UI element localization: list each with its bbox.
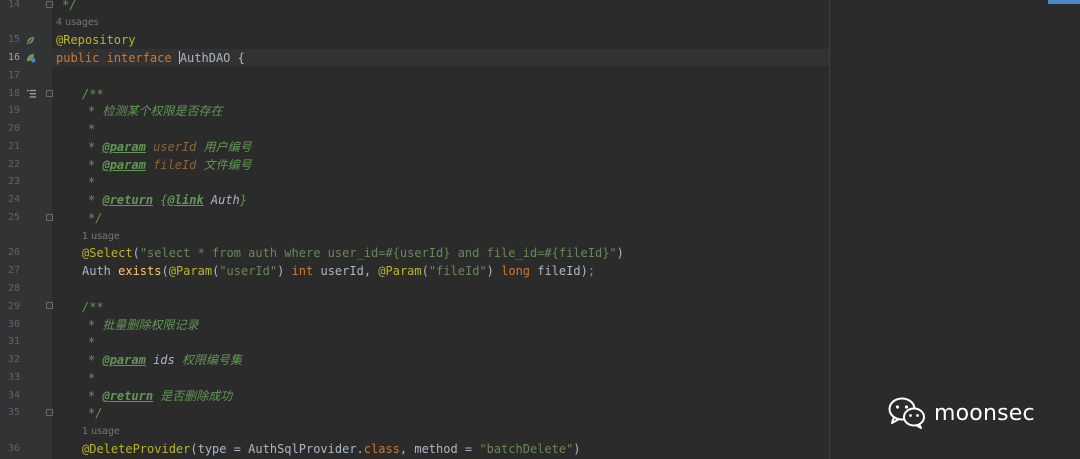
code-line: * @return 是否删除成功: [88, 387, 232, 405]
usages-hint[interactable]: 1 usage: [82, 426, 120, 437]
repository-annotation: @Repository: [56, 33, 136, 47]
string-literal: "batchDelete": [479, 442, 574, 456]
doc-brace: }: [239, 193, 247, 207]
code-line: */: [88, 209, 102, 227]
javadoc-return-tag[interactable]: @return: [102, 193, 153, 207]
doc-text: 检测某个权限是否存在: [95, 104, 223, 118]
scrollbar-marker[interactable]: [1048, 0, 1080, 4]
line-number: 17: [7, 70, 20, 81]
wechat-icon: [888, 397, 925, 429]
watermark: moonsec: [888, 396, 1035, 430]
code-token: ): [616, 246, 624, 260]
code-token: (: [132, 246, 140, 260]
param-annotation: @Param: [378, 264, 422, 278]
code-line: *: [88, 369, 95, 387]
javadoc-return-tag[interactable]: @return: [102, 389, 153, 403]
code-line: Auth exists(@Param("userId") int userId,…: [82, 264, 596, 278]
doc-star: *: [88, 175, 96, 189]
string-literal: "userId": [219, 264, 278, 278]
javadoc-link-target[interactable]: Auth: [204, 193, 240, 207]
return-type: Auth: [82, 264, 119, 278]
code-line: *: [88, 173, 95, 191]
keyword: public interface: [56, 51, 179, 65]
doc-star: *: [88, 371, 96, 385]
semicolon: ;: [587, 264, 596, 278]
code-token: fileId): [530, 264, 588, 278]
code-line-current: public interface AuthDAO {: [56, 49, 245, 67]
param-annotation: @Param: [168, 264, 213, 278]
keyword: long: [501, 264, 531, 278]
code-token: ): [573, 442, 581, 456]
doc-text: 用户编号: [196, 140, 252, 154]
doc-comment-end: */: [88, 211, 103, 225]
code-line: * @return {@link Auth}: [88, 191, 247, 209]
code-line: */: [62, 0, 76, 14]
usages-hint[interactable]: 4 usages: [56, 17, 99, 28]
code-token: userId,: [313, 264, 379, 278]
doc-star: *: [88, 335, 96, 349]
keyword: int: [291, 264, 314, 278]
doc-text: 权限编号集: [174, 353, 242, 367]
sql-string: "select * from auth where user_id=#{user…: [139, 246, 617, 260]
doc-comment-end: */: [88, 406, 103, 420]
doc-comment-end: */: [62, 0, 77, 12]
code-line: *: [88, 120, 95, 138]
string-literal: "fileId": [428, 264, 487, 278]
code-line: * @param ids 权限编号集: [88, 351, 242, 369]
code-line: * @param fileId 文件编号: [88, 156, 252, 174]
usages-hint[interactable]: 1 usage: [82, 231, 120, 242]
delete-provider-annotation: @DeleteProvider: [82, 442, 191, 456]
javadoc-param-tag[interactable]: @param: [102, 140, 145, 154]
javadoc-param-tag[interactable]: @param: [102, 158, 145, 172]
doc-brace: {: [160, 193, 168, 207]
doc-text: 批量删除权限记录: [95, 318, 199, 332]
code-token: {: [230, 51, 245, 65]
doc-text: 文件编号: [196, 158, 252, 172]
code-token: , method =: [399, 442, 480, 456]
code-line: * @param userId 用户编号: [88, 138, 252, 156]
code-line: * 检测某个权限是否存在: [88, 102, 222, 120]
line-number: 28: [7, 283, 20, 294]
javadoc-param-name: fileId: [153, 158, 197, 172]
code-line: @Select("select * from auth where user_i…: [82, 244, 624, 262]
right-margin-guide: [829, 0, 830, 459]
javadoc-param-tag[interactable]: @param: [102, 353, 145, 367]
doc-comment-start: /**: [82, 300, 104, 314]
watermark-text: moonsec: [934, 400, 1035, 426]
code-line: @Repository: [56, 31, 135, 49]
code-line: * 批量删除权限记录: [88, 316, 198, 334]
code-line: /**: [82, 85, 104, 103]
interface-name: AuthDAO: [179, 51, 231, 65]
method-name: exists: [118, 264, 162, 278]
javadoc-param-name: ids: [153, 353, 175, 367]
code-line: @DeleteProvider(type = AuthSqlProvider.c…: [82, 440, 581, 458]
select-annotation: @Select: [82, 246, 133, 260]
javadoc-param-name: userId: [153, 140, 197, 154]
code-line: *: [88, 333, 95, 351]
code-token: (: [161, 264, 169, 278]
code-token: (type = AuthSqlProvider.: [190, 442, 364, 456]
keyword: class: [363, 442, 400, 456]
code-line: */: [88, 404, 102, 422]
doc-star: *: [88, 122, 96, 136]
code-line: /**: [82, 298, 104, 316]
javadoc-link-tag[interactable]: @link: [168, 193, 204, 207]
doc-comment-start: /**: [82, 87, 104, 101]
doc-text: 是否删除成功: [153, 389, 233, 403]
